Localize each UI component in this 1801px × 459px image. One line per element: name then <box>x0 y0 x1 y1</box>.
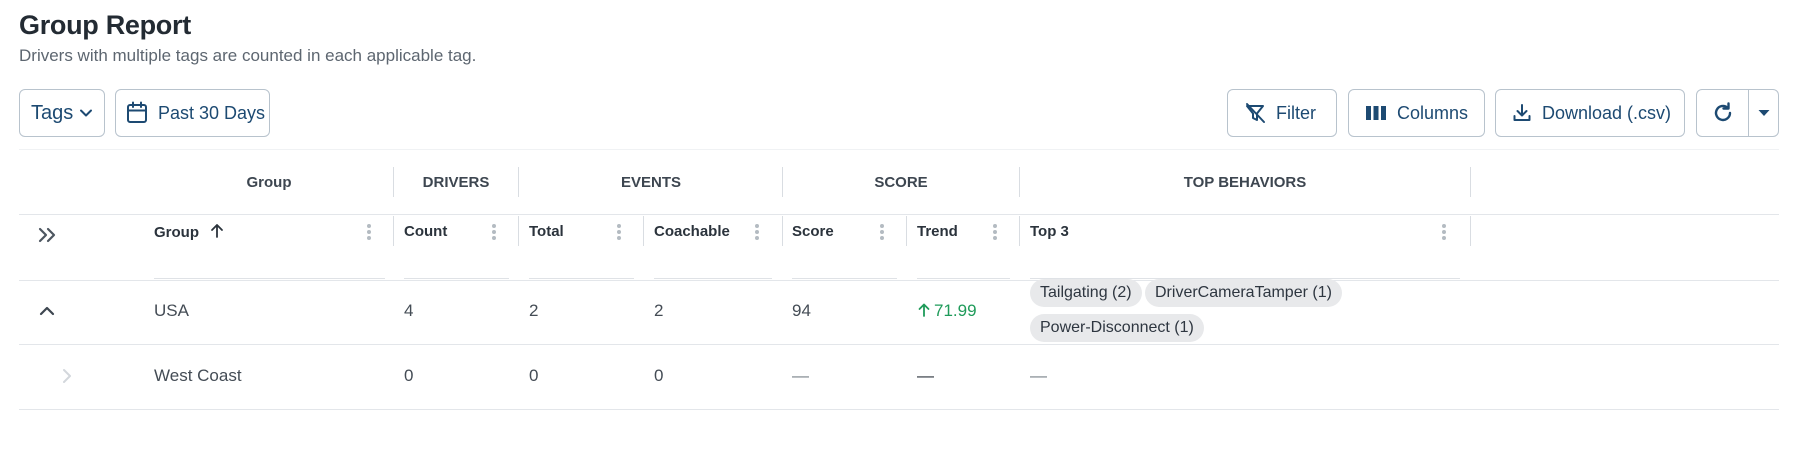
filter-label: Filter <box>1276 102 1316 123</box>
column-header-score[interactable]: Score <box>792 223 834 240</box>
group-divider <box>1019 167 1020 197</box>
group-header-score: SCORE <box>874 174 928 191</box>
column-filter-line <box>792 278 897 279</box>
column-header-trend[interactable]: Trend <box>917 223 958 240</box>
cell-score: 94 <box>792 301 811 320</box>
row-divider <box>19 409 1779 410</box>
kebab-icon[interactable] <box>491 223 497 243</box>
group-header-group: Group <box>246 174 292 191</box>
group-divider <box>518 167 519 197</box>
group-header-bottom-border <box>19 214 1779 215</box>
kebab-icon[interactable] <box>754 223 760 243</box>
cell-total: 2 <box>529 301 539 320</box>
group-header-top-behaviors: TOP BEHAVIORS <box>1183 174 1307 191</box>
tags-label: Tags <box>31 101 74 124</box>
group-divider <box>782 167 783 197</box>
cell-top3: — <box>1030 366 1047 385</box>
cell-group: USA <box>154 301 189 320</box>
column-header-total[interactable]: Total <box>529 223 564 240</box>
caret-down-icon <box>1758 110 1769 116</box>
column-filter-line <box>529 278 634 279</box>
columns-label: Columns <box>1397 102 1469 123</box>
date-range-label: Past 30 Days <box>158 102 266 123</box>
column-divider <box>518 216 519 246</box>
cell-count: 4 <box>404 301 414 320</box>
column-header-top3[interactable]: Top 3 <box>1030 223 1069 240</box>
kebab-icon[interactable] <box>1441 223 1447 243</box>
collapse-row-button[interactable] <box>37 301 57 321</box>
row-divider <box>19 344 1779 345</box>
download-label: Download (.csv) <box>1542 102 1672 123</box>
table-top-border <box>19 149 1779 150</box>
group-divider <box>1470 167 1471 197</box>
cell-coachable: 2 <box>654 301 664 320</box>
refresh-split-button <box>1696 89 1779 137</box>
expand-row-button[interactable] <box>57 366 77 386</box>
cell-count: 0 <box>404 366 414 385</box>
column-filter-line <box>917 278 1010 279</box>
expand-all-icon <box>38 227 56 243</box>
behavior-tag: DriverCameraTamper (1) <box>1145 279 1342 307</box>
cell-score: — <box>792 366 809 385</box>
filter-off-icon <box>1246 103 1265 123</box>
column-header-group[interactable]: Group <box>154 223 225 241</box>
trend-up-icon <box>918 303 930 317</box>
tags-dropdown-button[interactable]: Tags <box>19 89 105 137</box>
download-icon <box>1513 104 1531 121</box>
column-divider <box>906 216 907 246</box>
cell-trend: 71.99 <box>917 301 977 321</box>
download-csv-button[interactable]: Download (.csv) <box>1495 89 1685 137</box>
column-filter-line <box>404 278 509 279</box>
behavior-tag: Power-Disconnect (1) <box>1030 314 1204 342</box>
behavior-tag: Tailgating (2) <box>1030 279 1142 307</box>
expand-all-button[interactable] <box>36 224 60 246</box>
date-range-button[interactable]: Past 30 Days <box>115 89 270 137</box>
trend-value: 71.99 <box>934 301 977 320</box>
group-divider <box>393 167 394 197</box>
column-divider <box>393 216 394 246</box>
column-filter-line <box>154 278 385 279</box>
group-header-events: EVENTS <box>620 174 682 191</box>
collapse-icon <box>39 306 55 316</box>
column-divider <box>643 216 644 246</box>
calendar-icon <box>127 101 147 123</box>
refresh-button[interactable] <box>1697 90 1749 136</box>
cell-total: 0 <box>529 366 539 385</box>
columns-button[interactable]: Columns <box>1348 89 1485 137</box>
column-header-count[interactable]: Count <box>404 223 447 240</box>
columns-icon <box>1366 106 1386 120</box>
filter-button[interactable]: Filter <box>1227 89 1337 137</box>
page-title: Group Report <box>19 10 191 40</box>
cell-coachable: 0 <box>654 366 664 385</box>
refresh-icon <box>1714 102 1731 122</box>
kebab-icon[interactable] <box>616 223 622 243</box>
cell-group: West Coast <box>154 366 242 385</box>
column-divider <box>1470 216 1471 246</box>
header-bottom-border <box>19 280 1779 281</box>
column-filter-line <box>654 278 772 279</box>
group-header-drivers: DRIVERS <box>422 174 490 191</box>
refresh-options-button[interactable] <box>1749 90 1778 136</box>
kebab-icon[interactable] <box>992 223 998 243</box>
page-subtitle: Drivers with multiple tags are counted i… <box>19 46 477 65</box>
kebab-icon[interactable] <box>879 223 885 243</box>
column-divider <box>782 216 783 246</box>
cell-trend: — <box>917 366 934 385</box>
chevron-down-icon <box>80 109 93 117</box>
column-header-coachable[interactable]: Coachable <box>654 223 730 240</box>
kebab-icon[interactable] <box>366 223 372 243</box>
expand-icon <box>63 369 71 383</box>
sort-up-icon <box>211 224 224 238</box>
column-divider <box>1019 216 1020 246</box>
